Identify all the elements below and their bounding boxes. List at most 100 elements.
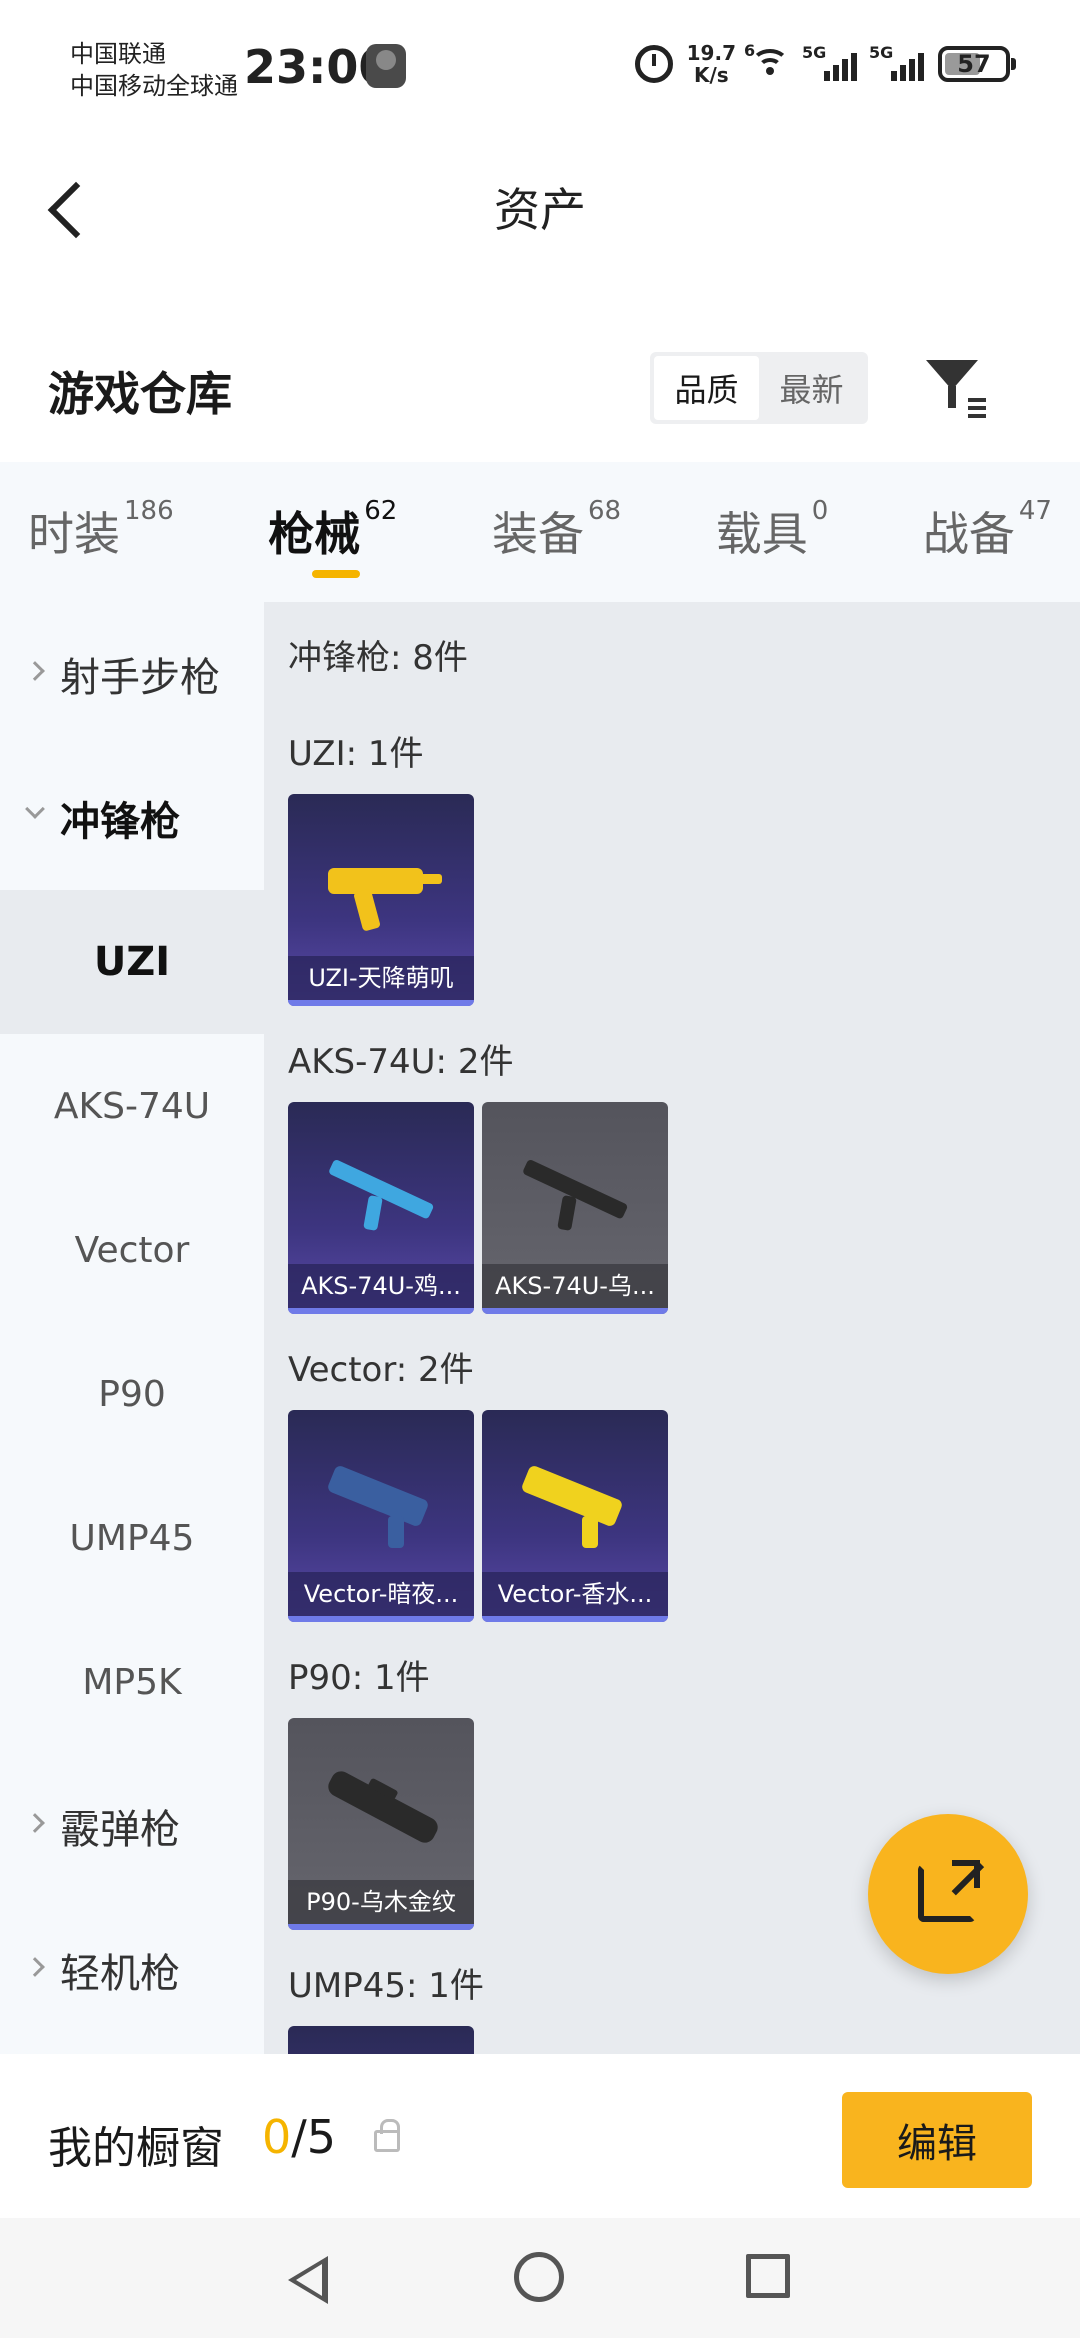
page-title: 资产 <box>494 183 586 237</box>
weapon-shape <box>328 1466 428 1548</box>
sidebar-item-label: UMP45 <box>69 1517 195 1559</box>
system-nav-bar <box>0 2218 1080 2338</box>
showcase-count: 0/5 <box>262 2110 336 2164</box>
carrier-1: 中国联通 <box>70 40 166 68</box>
lock-icon <box>374 2119 400 2152</box>
app-header: 资产 <box>0 130 1080 280</box>
signal-1-icon: 5G <box>802 43 857 81</box>
sidebar-item-shotgun[interactable]: 霰弹枪 <box>0 1754 264 1898</box>
sidebar-item-ump45[interactable]: UMP45 <box>0 1466 264 1610</box>
rarity-bar <box>288 1308 474 1314</box>
weapon-shape <box>523 1159 628 1231</box>
weapon-card-name: AKS-74U-乌... <box>482 1264 668 1308</box>
network-speed-value: 19.7 <box>686 41 736 65</box>
signal-2-label: 5G <box>869 43 894 62</box>
tab-equipment[interactable]: 装备 68 <box>492 462 621 602</box>
sidebar-item-aks74u[interactable]: AKS-74U <box>0 1034 264 1178</box>
sidebar-item-smg[interactable]: 冲锋枪 <box>0 746 264 890</box>
tab-count: 186 <box>124 496 174 526</box>
sidebar-item-p90[interactable]: P90 <box>0 1322 264 1466</box>
tab-vehicles[interactable]: 载具 0 <box>716 462 829 602</box>
weapon-card[interactable] <box>288 2026 474 2054</box>
sidebar-item-label: 冲锋枪 <box>60 799 180 845</box>
sidebar-item-label: MP5K <box>82 1661 182 1703</box>
weapon-icon <box>328 1771 438 1843</box>
weapon-card-name: P90-乌木金纹 <box>288 1880 474 1924</box>
weapon-card[interactable]: UZI-天降萌叽 <box>288 794 474 1006</box>
tab-supplies[interactable]: 战备 47 <box>923 462 1052 602</box>
nav-back-icon[interactable] <box>288 2256 328 2304</box>
filter-icon[interactable] <box>922 354 988 420</box>
nav-home-icon[interactable] <box>514 2252 564 2302</box>
weapon-icon <box>329 1159 434 1231</box>
tab-firearms[interactable]: 枪械 62 <box>268 462 397 602</box>
chevron-down-icon <box>25 799 45 819</box>
warehouse-header: 游戏仓库 品质 最新 <box>0 330 1080 450</box>
sort-quality-button[interactable]: 品质 <box>654 356 759 420</box>
signal-1-label: 5G <box>802 43 827 62</box>
rarity-bar <box>288 1924 474 1930</box>
share-icon <box>918 1860 980 1922</box>
sidebar-item-label: 轻机枪 <box>60 1951 180 1997</box>
weapon-shape <box>522 1466 622 1548</box>
tab-label: 装备 <box>491 507 584 561</box>
active-tab-indicator <box>312 570 361 578</box>
weapon-shape <box>329 1159 434 1231</box>
section-header: P90: 1件 <box>288 1658 430 1698</box>
warehouse-title: 游戏仓库 <box>48 367 232 421</box>
nav-recents-icon[interactable] <box>746 2254 790 2298</box>
battery-level: 57 <box>957 50 991 78</box>
weapon-type-sidebar: 射手步枪 冲锋枪 UZI AKS-74U Vector P90 UMP45 MP… <box>0 602 264 2054</box>
sidebar-item-label: AKS-74U <box>53 1085 211 1127</box>
sidebar-item-vector[interactable]: Vector <box>0 1178 264 1322</box>
rarity-bar <box>288 1616 474 1622</box>
tab-count: 62 <box>364 496 398 526</box>
sidebar-item-lmg[interactable]: 轻机枪 <box>0 1898 264 2042</box>
rarity-bar <box>482 1308 668 1314</box>
wifi-badge: 6 <box>744 41 756 60</box>
status-bar: 中国联通 中国移动全球通 23:00 19.7 K/s 6 5G 5G 57 <box>0 0 1080 130</box>
share-button[interactable] <box>868 1814 1028 1974</box>
tab-fashion[interactable]: 时装 186 <box>28 462 174 602</box>
sidebar-item-label: P90 <box>98 1373 166 1415</box>
network-speed-unit: K/s <box>693 63 729 87</box>
sidebar-item-uzi[interactable]: UZI <box>0 890 264 1034</box>
weapon-card[interactable]: AKS-74U-鸡... <box>288 1102 474 1314</box>
tab-label: 战备 <box>922 507 1015 561</box>
sidebar-item-label: 霰弹枪 <box>60 1807 180 1853</box>
showcase-title: 我的橱窗 <box>48 2123 224 2174</box>
category-summary: 冲锋枪: 8件 <box>288 638 468 678</box>
showcase-current: 0 <box>262 2110 292 2164</box>
sidebar-item-label: Vector <box>74 1229 190 1271</box>
alarm-icon <box>634 45 673 83</box>
edit-button[interactable]: 编辑 <box>842 2092 1032 2188</box>
chevron-right-icon <box>25 1957 45 1977</box>
weapon-icon <box>523 1159 628 1231</box>
weapon-card[interactable]: Vector-香水... <box>482 1410 668 1622</box>
weapon-card[interactable]: Vector-暗夜... <box>288 1410 474 1622</box>
weapon-card-name: Vector-暗夜... <box>288 1572 474 1616</box>
weapon-card[interactable]: P90-乌木金纹 <box>288 1718 474 1930</box>
weapon-card[interactable]: AKS-74U-乌... <box>482 1102 668 1314</box>
sidebar-item-label: UZI <box>93 939 171 985</box>
sidebar-item-marksman-rifle[interactable]: 射手步枪 <box>0 602 264 746</box>
tab-count: 47 <box>1018 496 1052 526</box>
battery-icon: 57 <box>938 46 1016 82</box>
tab-count: 0 <box>811 496 829 526</box>
weapon-icon <box>522 1466 622 1548</box>
signal-2-icon: 5G <box>869 43 924 81</box>
chevron-right-icon <box>25 661 45 681</box>
category-tabs: 时装 186 枪械 62 装备 68 载具 0 战备 47 <box>0 462 1080 602</box>
status-indicators: 19.7 K/s 6 5G 5G 57 <box>634 41 1016 87</box>
rarity-bar <box>288 1000 474 1006</box>
wifi-icon: 6 <box>744 41 790 79</box>
weapon-shape <box>328 868 442 931</box>
rarity-bar <box>482 1616 668 1622</box>
chevron-right-icon <box>25 1813 45 1833</box>
showcase-bar: 我的橱窗 0/5 编辑 <box>0 2054 1080 2218</box>
sort-newest-button[interactable]: 最新 <box>759 356 864 420</box>
sidebar-item-mp5k[interactable]: MP5K <box>0 1610 264 1754</box>
weapon-card-name: UZI-天降萌叽 <box>288 956 474 1000</box>
showcase-total: /5 <box>291 2110 337 2164</box>
weapon-card-name: Vector-香水... <box>482 1572 668 1616</box>
